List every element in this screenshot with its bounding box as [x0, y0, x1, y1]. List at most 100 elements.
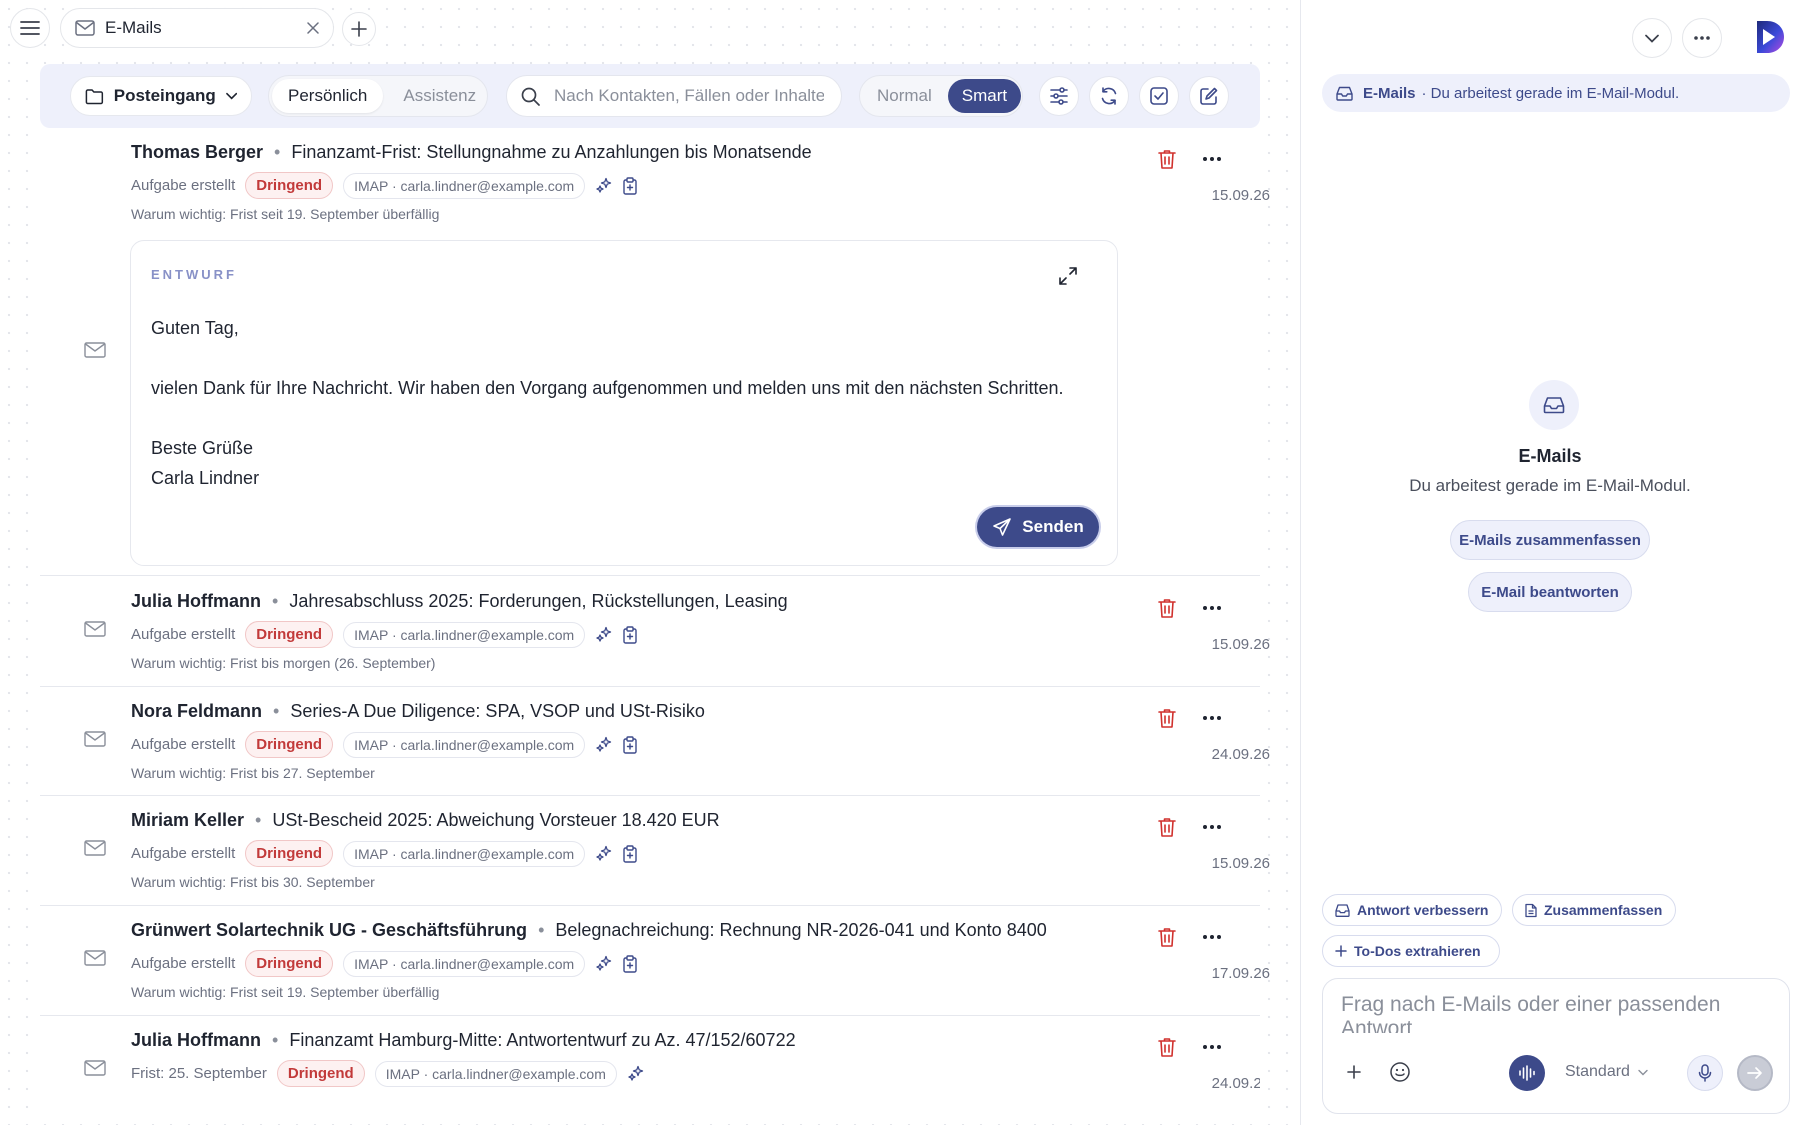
sparkles-icon[interactable]	[595, 177, 613, 195]
draft-text: vielen Dank für Ihre Nachricht. Wir habe…	[151, 378, 1064, 398]
more-icon[interactable]	[1200, 707, 1224, 729]
priority-badge: Dringend	[245, 172, 334, 199]
voice-mode-button[interactable]	[1509, 1055, 1545, 1091]
mail-icon	[84, 840, 106, 856]
model-selector[interactable]: Standard	[1565, 1063, 1648, 1081]
trash-icon[interactable]	[1156, 597, 1178, 619]
mic-button[interactable]	[1687, 1055, 1723, 1091]
compose-button[interactable]	[1189, 76, 1229, 116]
plus-icon	[351, 21, 367, 37]
email-subject: Finanzamt-Frist: Stellungnahme zu Anzahl…	[291, 142, 812, 162]
app-logo-icon	[1757, 21, 1784, 53]
draft-label: ENTWURF	[151, 267, 237, 282]
select-button[interactable]	[1139, 76, 1179, 116]
more-icon[interactable]	[1200, 148, 1224, 170]
email-row[interactable]: Nora Feldmann • Series-A Due Diligence: SP…	[40, 687, 1270, 796]
assistant-input[interactable]	[1341, 993, 1771, 1033]
clipboard-icon[interactable]	[623, 735, 637, 754]
chip-label: Zusammenfassen	[1544, 902, 1663, 918]
email-row[interactable]: Julia Hoffmann • Finanzamt Hamburg-Mitte: …	[40, 1016, 1260, 1125]
mode-normal[interactable]: Normal	[863, 79, 946, 113]
reply-email-button[interactable]: E-Mail beantworten	[1468, 572, 1632, 612]
email-reason: Warum wichtig: Frist bis 30. September	[131, 874, 375, 890]
folder-dropdown[interactable]: Posteingang	[70, 76, 252, 116]
priority-badge: Dringend	[245, 950, 334, 977]
clipboard-icon[interactable]	[623, 844, 637, 863]
email-reason: Warum wichtig: Frist bis morgen (26. Sep…	[131, 655, 436, 671]
filter-button[interactable]	[1039, 76, 1079, 116]
sparkles-icon[interactable]	[595, 736, 613, 754]
expand-icon[interactable]	[1059, 267, 1077, 285]
email-date: 17.09.26	[1211, 965, 1270, 982]
trash-icon[interactable]	[1156, 707, 1178, 729]
improve-reply-chip[interactable]: Antwort verbessern	[1322, 894, 1502, 926]
email-status: Aufgabe erstellt	[131, 736, 236, 753]
submit-button[interactable]	[1737, 1055, 1773, 1091]
collapse-button[interactable]	[1632, 18, 1672, 58]
email-meta: Aufgabe erstellt Dringend IMAP · carla.lin…	[131, 840, 637, 867]
email-status: Aufgabe erstellt	[131, 845, 236, 862]
chip-label: To-Dos extrahieren	[1354, 943, 1481, 959]
checkbox-icon	[1150, 87, 1168, 105]
priority-badge: Dringend	[276, 1060, 365, 1087]
mail-icon	[84, 950, 106, 966]
email-reason: Warum wichtig: Frist seit 19. September …	[131, 984, 440, 1000]
panel-menu-button[interactable]	[1682, 18, 1722, 58]
email-subject: Belegnachreichung: Rechnung NR-2026-041 …	[555, 920, 1047, 940]
close-icon[interactable]	[307, 22, 319, 34]
refresh-button[interactable]	[1089, 76, 1129, 116]
email-meta: Frist: 25. September Dringend IMAP · carla…	[131, 1060, 645, 1087]
trash-icon[interactable]	[1156, 1036, 1178, 1058]
sparkles-icon[interactable]	[595, 955, 613, 973]
hub-title: E-Mails	[1518, 446, 1582, 466]
document-icon	[1525, 903, 1537, 917]
more-icon[interactable]	[1200, 1036, 1224, 1058]
folder-label: Posteingang	[113, 86, 216, 105]
segment-assistant[interactable]: Assistenz	[387, 79, 492, 113]
menu-button[interactable]	[10, 8, 50, 48]
mail-icon	[84, 1060, 106, 1076]
trash-icon[interactable]	[1156, 148, 1178, 170]
sparkles-icon[interactable]	[595, 845, 613, 863]
emoji-icon[interactable]	[1389, 1061, 1411, 1083]
trash-icon[interactable]	[1156, 816, 1178, 838]
summarize-emails-button[interactable]: E-Mails zusammenfassen	[1450, 520, 1650, 560]
inbox-scope-toggle: Persönlich Assistenz	[268, 75, 488, 117]
more-icon[interactable]	[1200, 816, 1224, 838]
email-row[interactable]: Grünwert Solartechnik UG - Geschäftsführ…	[40, 906, 1270, 1016]
clipboard-icon[interactable]	[623, 176, 637, 195]
tab-emails[interactable]: E-Mails	[60, 8, 334, 48]
email-header: Miriam Keller • USt-Bescheid 2025: Abweich…	[131, 810, 720, 830]
trash-icon[interactable]	[1156, 926, 1178, 948]
summarize-chip[interactable]: Zusammenfassen	[1512, 894, 1676, 926]
email-date: 24.09.26	[1211, 1075, 1260, 1092]
priority-badge: Dringend	[245, 731, 334, 758]
sparkles-icon[interactable]	[627, 1065, 645, 1083]
email-row[interactable]: Miriam Keller • USt-Bescheid 2025: Abweich…	[40, 796, 1270, 906]
account-tag: IMAP · carla.lindner@example.com	[343, 950, 586, 977]
account-tag: IMAP · carla.lindner@example.com	[374, 1060, 617, 1087]
draft-body[interactable]: Guten Tag, vielen Dank für Ihre Nachrich…	[151, 313, 1064, 493]
mode-smart[interactable]: Smart	[947, 79, 1022, 113]
sparkles-icon[interactable]	[595, 626, 613, 644]
email-meta: Aufgabe erstellt Dringend IMAP · carla.lin…	[131, 731, 637, 758]
clipboard-icon[interactable]	[623, 625, 637, 644]
email-sender: Thomas Berger	[131, 142, 264, 162]
extract-todos-chip[interactable]: To-Dos extrahieren	[1322, 935, 1500, 967]
segment-personal[interactable]: Persönlich	[272, 79, 384, 113]
hub-icon-circle	[1529, 380, 1579, 430]
new-tab-button[interactable]	[342, 12, 376, 46]
email-subject: USt-Bescheid 2025: Abweichung Vorsteuer …	[272, 810, 720, 830]
email-row[interactable]: Julia Hoffmann • Jahresabschluss 2025: For…	[40, 577, 1270, 687]
chevron-down-icon	[225, 92, 237, 100]
context-text: · Du arbeitest gerade im E-Mail-Modul.	[1421, 84, 1680, 102]
clipboard-icon[interactable]	[623, 954, 637, 973]
tab-label: E-Mails	[105, 18, 162, 37]
plus-icon[interactable]	[1347, 1065, 1361, 1079]
search-input[interactable]	[554, 86, 824, 106]
send-icon	[993, 518, 1012, 536]
more-icon[interactable]	[1200, 597, 1224, 619]
folder-icon	[85, 88, 104, 104]
more-icon[interactable]	[1200, 926, 1224, 948]
send-button[interactable]: Senden	[977, 507, 1099, 547]
